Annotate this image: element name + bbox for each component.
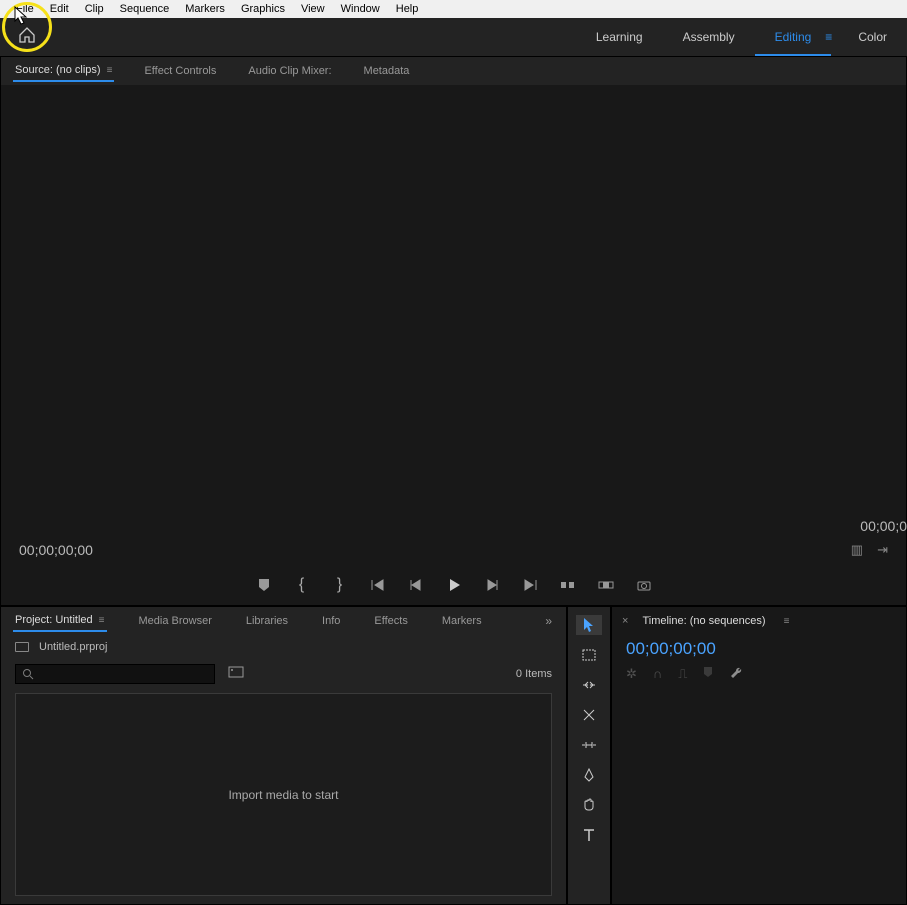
selection-tool[interactable] [576,615,602,635]
tab-source-label: Source: (no clips) [15,64,101,76]
pen-tool[interactable] [576,765,602,785]
project-bin-area[interactable]: Import media to start [15,693,552,896]
source-viewport [1,85,906,535]
tab-project[interactable]: Project: Untitled ≡ [13,610,107,632]
add-marker-button[interactable] [256,577,272,593]
menu-help[interactable]: Help [388,1,427,17]
source-timecode-left[interactable]: 00;00;00;00 [19,542,93,558]
tab-libraries[interactable]: Libraries [244,611,290,631]
import-hint-label: Import media to start [228,788,338,802]
ripple-edit-tool[interactable] [576,675,602,695]
mark-out-button[interactable]: } [332,577,348,593]
menu-window[interactable]: Window [333,1,388,17]
home-icon[interactable] [18,27,36,48]
workspace-bar: Learning Assembly Editing ≡ Color [0,18,907,56]
tab-project-label: Project: Untitled [15,614,93,626]
tab-media-browser[interactable]: Media Browser [137,611,214,631]
add-marker-icon[interactable]: ⎍ [678,666,687,682]
timeline-panel: × Timeline: (no sequences) ≡ 00;00;00;00… [611,606,907,905]
panel-menu-icon[interactable]: ≡ [107,65,113,76]
panel-menu-icon[interactable]: ≡ [784,616,790,627]
play-button[interactable] [446,577,462,593]
razor-tool[interactable] [576,735,602,755]
close-timeline-icon[interactable]: × [622,615,628,627]
tab-metadata[interactable]: Metadata [362,61,412,81]
tool-palette [567,606,611,905]
type-tool[interactable] [576,825,602,845]
menu-view[interactable]: View [293,1,333,17]
menu-markers[interactable]: Markers [177,1,233,17]
goto-out-button[interactable] [522,577,538,593]
tab-timeline[interactable]: Timeline: (no sequences) ≡ [640,611,791,631]
goto-in-button[interactable] [370,577,386,593]
menu-bar: File Edit Clip Sequence Markers Graphics… [0,0,907,18]
tab-effect-controls[interactable]: Effect Controls [142,61,218,81]
tab-info[interactable]: Info [320,611,342,631]
overflow-icon[interactable]: » [545,614,552,628]
tab-markers-panel[interactable]: Markers [440,611,484,631]
snap-icon[interactable]: ✲ [626,666,637,682]
tab-source[interactable]: Source: (no clips) ≡ [13,60,114,82]
timeline-settings-icon[interactable] [729,665,743,682]
step-forward-button[interactable] [484,577,500,593]
panel-menu-icon[interactable]: ≡ [99,615,105,626]
new-bin-icon[interactable] [227,664,247,685]
overwrite-button[interactable] [598,577,614,593]
hand-tool[interactable] [576,795,602,815]
project-search-input[interactable] [15,664,215,684]
step-back-button[interactable] [408,577,424,593]
transport-controls: { } [1,565,906,605]
items-count-label: 0 Items [516,668,552,680]
linked-selection-icon[interactable]: ∩ [653,666,662,681]
workspace-learning[interactable]: Learning [576,18,663,56]
settings-icon[interactable]: ⇥ [877,542,888,558]
workspace-menu-icon[interactable]: ≡ [825,30,832,44]
menu-clip[interactable]: Clip [77,1,112,17]
timeline-timecode[interactable]: 00;00;00;00 [612,635,906,665]
workspace-editing[interactable]: Editing [755,18,832,56]
tab-effects[interactable]: Effects [372,611,409,631]
menu-edit[interactable]: Edit [42,1,77,17]
rate-stretch-tool[interactable] [576,705,602,725]
project-panel: Project: Untitled ≡ Media Browser Librar… [0,606,567,905]
search-icon [22,668,34,680]
track-select-tool[interactable] [576,645,602,665]
tab-audio-clip-mixer[interactable]: Audio Clip Mixer: [246,61,333,81]
source-monitor-panel: Source: (no clips) ≡ Effect Controls Aud… [0,56,907,606]
program-timecode[interactable]: 00;00;0 [860,518,907,534]
project-icon [15,642,29,652]
insert-button[interactable] [560,577,576,593]
export-frame-button[interactable] [636,577,652,593]
timeline-title-label: Timeline: (no sequences) [642,615,765,627]
workspace-assembly[interactable]: Assembly [663,18,755,56]
menu-graphics[interactable]: Graphics [233,1,293,17]
fit-icon[interactable]: ▥ [851,542,863,558]
menu-sequence[interactable]: Sequence [112,1,178,17]
menu-file[interactable]: File [8,1,42,17]
workspace-color[interactable]: Color [838,18,907,56]
mark-in-button[interactable]: { [294,577,310,593]
timeline-marker-icon[interactable] [703,666,713,681]
project-filename: Untitled.prproj [39,641,107,653]
